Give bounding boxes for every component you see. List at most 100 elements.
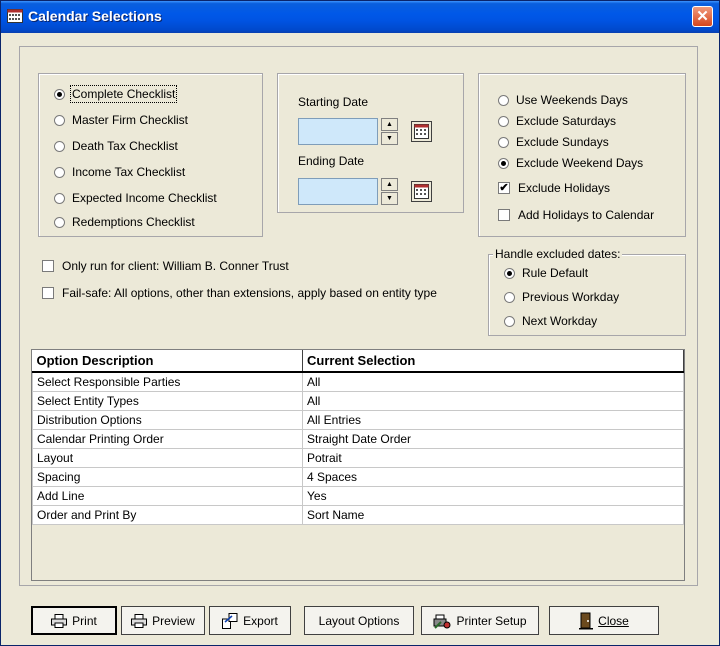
option-description-cell[interactable]: Calendar Printing Order: [32, 429, 303, 449]
radio-label: Income Tax Checklist: [72, 165, 186, 179]
radio-death-tax-checklist[interactable]: Death Tax Checklist: [54, 139, 178, 153]
layout-options-button[interactable]: Layout Options: [304, 606, 414, 635]
printer-icon: [51, 613, 68, 628]
current-selection-cell[interactable]: All Entries: [302, 410, 684, 430]
radio-button[interactable]: [54, 140, 65, 152]
radio-button[interactable]: [498, 94, 509, 106]
fail-safe-checkbox[interactable]: [42, 287, 54, 299]
radio-redemptions-checklist[interactable]: Redemptions Checklist: [54, 215, 195, 229]
option-description-cell[interactable]: Layout: [32, 448, 303, 468]
starting-date-spinner[interactable]: ▲ ▼: [381, 118, 398, 145]
radio-use-weekends-days[interactable]: Use Weekends Days: [498, 93, 628, 107]
radio-button[interactable]: [498, 136, 509, 148]
add-holidays-checkbox-row[interactable]: Add Holidays to Calendar: [498, 208, 654, 222]
option-description-cell[interactable]: Spacing: [32, 467, 303, 487]
printer-icon: [131, 613, 148, 628]
radio-button[interactable]: [54, 192, 65, 204]
radio-button[interactable]: [54, 166, 65, 178]
radio-button[interactable]: [498, 157, 509, 169]
table-row[interactable]: Add Line Yes: [32, 486, 684, 506]
column-header-option-description[interactable]: Option Description: [32, 350, 303, 373]
radio-exclude-sundays[interactable]: Exclude Sundays: [498, 135, 609, 149]
table-row[interactable]: Calendar Printing Order Straight Date Ord…: [32, 429, 684, 449]
export-icon: [222, 612, 238, 629]
title-bar[interactable]: Calendar Selections ✕: [1, 1, 719, 33]
spin-up-icon[interactable]: ▲: [381, 118, 398, 131]
close-button[interactable]: Close: [549, 606, 659, 635]
radio-exclude-saturdays[interactable]: Exclude Saturdays: [498, 114, 616, 128]
calendar-icon: [414, 184, 429, 199]
radio-label: Use Weekends Days: [516, 93, 628, 107]
option-description-cell[interactable]: Select Entity Types: [32, 391, 303, 411]
checkbox-label: Fail-safe: All options, other than exten…: [62, 286, 437, 300]
current-selection-cell[interactable]: Straight Date Order: [302, 429, 684, 449]
radio-rule-default[interactable]: Rule Default: [504, 266, 588, 280]
current-selection-cell[interactable]: Yes: [302, 486, 684, 506]
radio-label: Complete Checklist: [69, 85, 178, 103]
exclude-holidays-checkbox[interactable]: ✔: [498, 182, 510, 194]
radio-button[interactable]: [504, 267, 515, 279]
exclude-holidays-checkbox-row[interactable]: ✔ Exclude Holidays: [498, 181, 610, 195]
radio-expected-income-checklist[interactable]: Expected Income Checklist: [54, 191, 217, 205]
spin-down-icon[interactable]: ▼: [381, 132, 398, 145]
starting-date-input[interactable]: [298, 118, 378, 145]
print-button[interactable]: Print: [31, 606, 117, 635]
excluded-dates-title: Handle excluded dates:: [493, 247, 623, 261]
table-row[interactable]: Distribution Options All Entries: [32, 410, 684, 430]
radio-next-workday[interactable]: Next Workday: [504, 314, 597, 328]
radio-label: Expected Income Checklist: [72, 191, 217, 205]
door-exit-icon: [579, 612, 594, 629]
spin-up-icon[interactable]: ▲: [381, 178, 398, 191]
calendar-icon: [7, 9, 23, 23]
ending-date-spinner[interactable]: ▲ ▼: [381, 178, 398, 205]
printer-setup-button[interactable]: Printer Setup: [421, 606, 539, 635]
add-holidays-checkbox[interactable]: [498, 209, 510, 221]
radio-label: Exclude Saturdays: [516, 114, 617, 128]
table-row[interactable]: Select Entity Types All: [32, 391, 684, 411]
radio-button[interactable]: [504, 315, 515, 327]
export-button[interactable]: Export: [209, 606, 291, 635]
radio-label: Exclude Sundays: [516, 135, 609, 149]
radio-previous-workday[interactable]: Previous Workday: [504, 290, 619, 304]
table-row[interactable]: Order and Print By Sort Name: [32, 505, 684, 525]
radio-income-tax-checklist[interactable]: Income Tax Checklist: [54, 165, 185, 179]
fail-safe-row[interactable]: Fail-safe: All options, other than exten…: [42, 286, 437, 300]
column-header-current-selection[interactable]: Current Selection: [302, 350, 684, 373]
table-row[interactable]: Select Responsible Parties All: [32, 371, 684, 392]
ending-date-label: Ending Date: [298, 154, 365, 168]
table-row[interactable]: Spacing 4 Spaces: [32, 467, 684, 487]
options-grid[interactable]: Option Description Current Selection Sel…: [31, 349, 685, 581]
radio-button[interactable]: [504, 291, 515, 303]
current-selection-cell[interactable]: All: [302, 391, 684, 411]
option-description-cell[interactable]: Add Line: [32, 486, 303, 506]
current-selection-cell[interactable]: All: [302, 371, 684, 392]
checkbox-label: Add Holidays to Calendar: [518, 208, 655, 222]
radio-label: Previous Workday: [522, 290, 620, 304]
close-icon: ✕: [696, 8, 709, 25]
radio-exclude-weekend-days[interactable]: Exclude Weekend Days: [498, 156, 643, 170]
checkbox-label: Exclude Holidays: [518, 181, 611, 195]
radio-button[interactable]: [54, 114, 65, 126]
radio-complete-checklist[interactable]: Complete Checklist: [54, 85, 178, 103]
only-run-for-client-checkbox[interactable]: [42, 260, 54, 272]
close-window-button[interactable]: ✕: [692, 6, 713, 27]
option-description-cell[interactable]: Order and Print By: [32, 505, 303, 525]
radio-button[interactable]: [54, 216, 65, 228]
only-run-for-client-row[interactable]: Only run for client: William B. Conner T…: [42, 259, 289, 273]
current-selection-cell[interactable]: Sort Name: [302, 505, 684, 525]
option-description-cell[interactable]: Distribution Options: [32, 410, 303, 430]
current-selection-cell[interactable]: 4 Spaces: [302, 467, 684, 487]
radio-button[interactable]: [498, 115, 509, 127]
ending-date-calendar-button[interactable]: [411, 181, 432, 202]
radio-label: Master Firm Checklist: [72, 113, 189, 127]
spin-down-icon[interactable]: ▼: [381, 192, 398, 205]
table-row[interactable]: Layout Potrait: [32, 448, 684, 468]
radio-master-firm-checklist[interactable]: Master Firm Checklist: [54, 113, 188, 127]
calendar-icon: [414, 124, 429, 139]
starting-date-calendar-button[interactable]: [411, 121, 432, 142]
radio-button[interactable]: [54, 88, 65, 100]
preview-button[interactable]: Preview: [121, 606, 205, 635]
ending-date-input[interactable]: [298, 178, 378, 205]
option-description-cell[interactable]: Select Responsible Parties: [32, 371, 303, 392]
current-selection-cell[interactable]: Potrait: [302, 448, 684, 468]
